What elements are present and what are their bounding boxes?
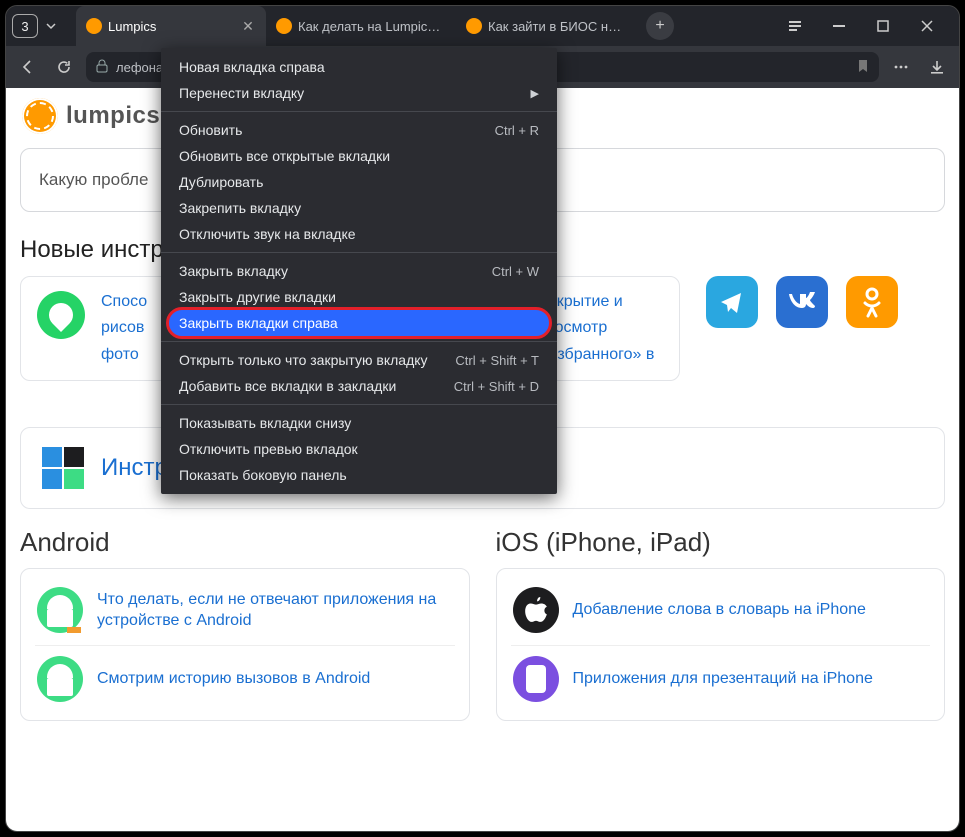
menu-sidebar[interactable]: Показать боковую панель (161, 462, 557, 488)
browser-window: 3 Lumpics ✕ Как делать на Lumpics D Как … (5, 5, 960, 832)
reload-button[interactable] (50, 53, 78, 81)
minimize-button[interactable] (821, 10, 857, 42)
titlebar: 3 Lumpics ✕ Как делать на Lumpics D Как … (6, 6, 959, 46)
new-tab-button[interactable]: + (646, 12, 674, 40)
menu-separator (161, 404, 557, 405)
tab-title: Как делать на Lumpics D (298, 19, 446, 34)
article-link[interactable]: Добавление слова в словарь на iPhone (573, 599, 866, 621)
lock-icon (96, 59, 108, 76)
logo-icon (22, 98, 58, 134)
article-link[interactable]: Смотрим историю вызовов в Android (97, 668, 370, 690)
list-item[interactable]: Добавление слова в словарь на iPhone (511, 577, 931, 643)
article-card[interactable]: Спосо рисов фото (20, 276, 170, 381)
menu-separator (161, 111, 557, 112)
tab-close-button[interactable]: ✕ (240, 18, 256, 34)
window-controls (777, 10, 953, 42)
favicon-icon (276, 18, 292, 34)
tab-title: Lumpics (108, 19, 234, 34)
menu-close-tab[interactable]: Закрыть вкладку Ctrl + W (161, 258, 557, 284)
favicon-icon (86, 18, 102, 34)
presentation-icon (513, 656, 559, 702)
tab-active[interactable]: Lumpics ✕ (76, 6, 266, 46)
tab[interactable]: Как зайти в БИОС на н (456, 6, 636, 46)
menu-move-tab[interactable]: Перенести вкладку ▶ (161, 80, 557, 106)
tab-list-dropdown[interactable] (40, 14, 62, 38)
article-link[interactable]: Приложения для презентаций на iPhone (573, 668, 873, 690)
menu-duplicate[interactable]: Дублировать (161, 169, 557, 195)
shortcut: Ctrl + Shift + T (455, 353, 539, 368)
apple-icon (513, 587, 559, 633)
menu-tabs-below[interactable]: Показывать вкладки снизу (161, 410, 557, 436)
menu-mute[interactable]: Отключить звук на вкладке (161, 221, 557, 247)
ok-icon[interactable] (846, 276, 898, 328)
os-collage-icon (41, 446, 85, 490)
telegram-icon[interactable] (706, 276, 758, 328)
ios-column: iOS (iPhone, iPad) Добавление слова в сл… (496, 527, 946, 721)
menu-reopen-closed[interactable]: Открыть только что закрытую вкладку Ctrl… (161, 347, 557, 373)
shortcut: Ctrl + R (495, 123, 539, 138)
tab-title: Как зайти в БИОС на н (488, 19, 626, 34)
menu-reload[interactable]: Обновить Ctrl + R (161, 117, 557, 143)
list-item[interactable]: Смотрим историю вызовов в Android (35, 645, 455, 712)
downloads-button[interactable] (923, 53, 951, 81)
android-column: Android Что делать, если не отвечают при… (20, 527, 470, 721)
tab-strip: Lumpics ✕ Как делать на Lumpics D Как за… (76, 6, 636, 46)
article-link[interactable]: Что делать, если не отвечают приложения … (97, 589, 453, 632)
bookmark-icon[interactable] (857, 59, 869, 76)
back-button[interactable] (14, 53, 42, 81)
logo-text: lumpics. (66, 102, 167, 130)
android-heading: Android (20, 527, 470, 558)
social-links (706, 276, 898, 328)
tab-count[interactable]: 3 (12, 14, 38, 38)
submenu-arrow-icon: ▶ (531, 87, 539, 100)
article-link: Спосо рисов фото (101, 291, 147, 366)
android-icon (37, 587, 83, 633)
menu-pin[interactable]: Закрепить вкладку (161, 195, 557, 221)
menu-new-tab-right[interactable]: Новая вкладка справа (161, 54, 557, 80)
menu-separator (161, 252, 557, 253)
menu-separator (161, 341, 557, 342)
more-button[interactable] (887, 53, 915, 81)
ios-list: Добавление слова в словарь на iPhone При… (496, 568, 946, 721)
menu-reload-all[interactable]: Обновить все открытые вкладки (161, 143, 557, 169)
vk-icon[interactable] (776, 276, 828, 328)
whatsapp-icon (37, 291, 85, 339)
shortcut: Ctrl + W (492, 264, 539, 279)
shortcut: Ctrl + Shift + D (454, 379, 539, 394)
maximize-button[interactable] (865, 10, 901, 42)
list-item[interactable]: Приложения для презентаций на iPhone (511, 645, 931, 712)
close-window-button[interactable] (909, 10, 945, 42)
favicon-icon (466, 18, 482, 34)
android-icon (37, 656, 83, 702)
history-button[interactable] (777, 10, 813, 42)
menu-close-other[interactable]: Закрыть другие вкладки (161, 284, 557, 310)
android-list: Что делать, если не отвечают приложения … (20, 568, 470, 721)
menu-bookmark-all[interactable]: Добавить все вкладки в закладки Ctrl + S… (161, 373, 557, 399)
tab-counter-group: 3 (12, 14, 62, 38)
search-placeholder: Какую пробле (39, 170, 148, 190)
tab-context-menu: Новая вкладка справа Перенести вкладку ▶… (161, 48, 557, 494)
menu-disable-preview[interactable]: Отключить превью вкладок (161, 436, 557, 462)
ios-heading: iOS (iPhone, iPad) (496, 527, 946, 558)
menu-close-right[interactable]: Закрыть вкладки справа (161, 310, 557, 336)
list-item[interactable]: Что делать, если не отвечают приложения … (35, 577, 455, 643)
tab[interactable]: Как делать на Lumpics D (266, 6, 456, 46)
